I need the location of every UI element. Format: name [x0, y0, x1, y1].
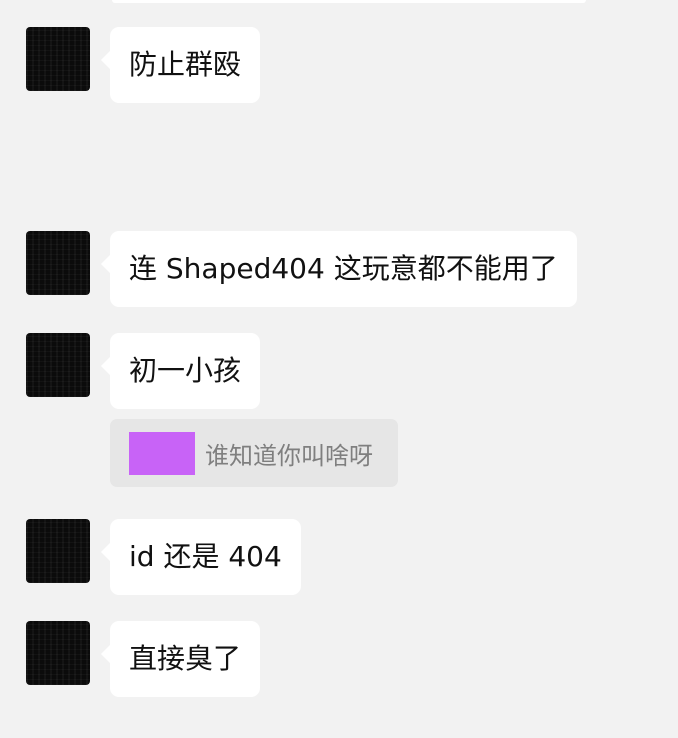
previous-message-bubble	[112, 0, 586, 3]
image-thumbnail-icon	[129, 431, 195, 475]
message-bubble[interactable]: 防止群殴	[100, 27, 261, 103]
avatar[interactable]	[26, 27, 90, 91]
avatar[interactable]	[26, 519, 90, 583]
message-bubble[interactable]: 初一小孩	[100, 333, 261, 409]
chat-message-list[interactable]: 防止群殴 连 Shaped404 这玩意都不能用了 初一小孩 谁知道你叫啥呀 i…	[0, 0, 678, 738]
avatar[interactable]	[26, 333, 90, 397]
quoted-text: 谁知道你叫啥呀	[205, 441, 373, 470]
avatar[interactable]	[26, 621, 90, 685]
message-bubble[interactable]: 直接臭了	[100, 621, 261, 697]
avatar[interactable]	[26, 231, 90, 295]
message-bubble[interactable]: id 还是 404	[101, 519, 301, 595]
message-bubble[interactable]: 连 Shaped404 这玩意都不能用了	[101, 231, 577, 307]
quoted-reply[interactable]: 谁知道你叫啥呀	[110, 419, 398, 487]
